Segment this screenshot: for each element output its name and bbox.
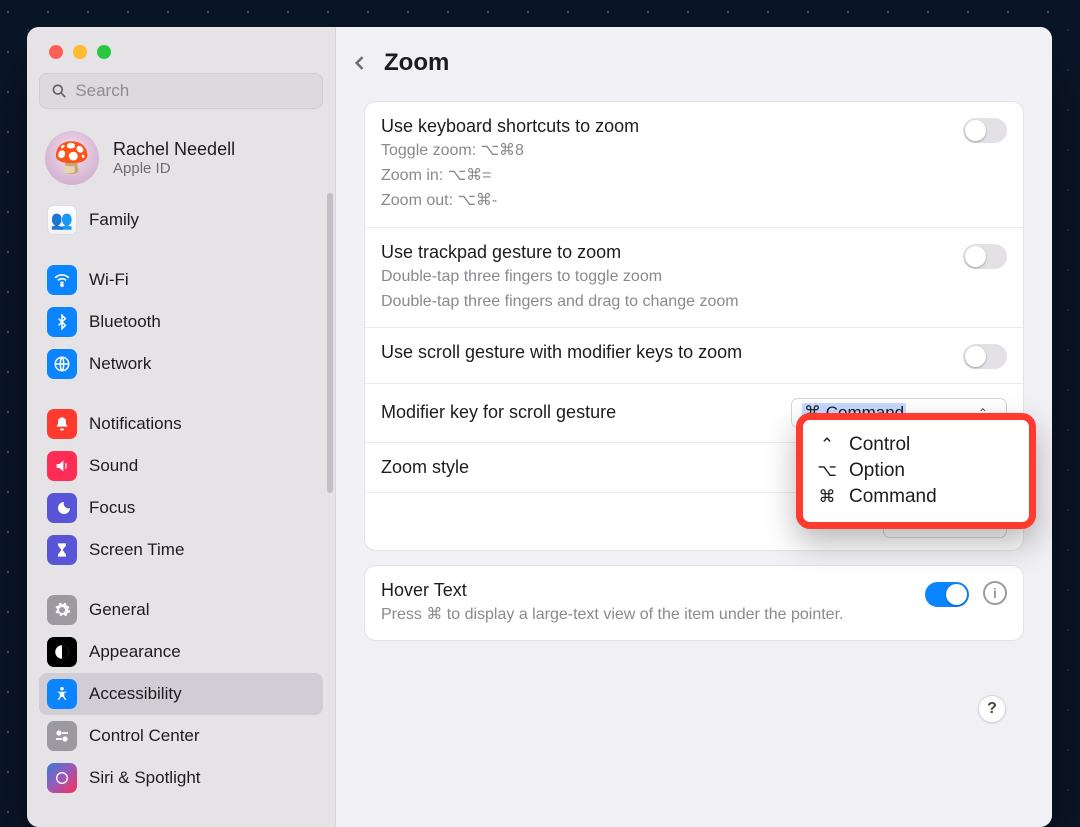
family-icon: 👥 bbox=[47, 205, 77, 235]
row-title: Use keyboard shortcuts to zoom bbox=[381, 116, 639, 137]
settings-window: 🍄 Rachel Needell Apple ID 👥 Family Wi-Fi… bbox=[27, 27, 1052, 827]
info-icon[interactable]: i bbox=[983, 581, 1007, 605]
sidebar-item-label: Wi-Fi bbox=[89, 270, 129, 290]
appearance-icon bbox=[47, 637, 77, 667]
row-title: Hover Text bbox=[381, 580, 843, 601]
row-title: Use scroll gesture with modifier keys to… bbox=[381, 342, 742, 363]
account-row[interactable]: 🍄 Rachel Needell Apple ID bbox=[39, 123, 323, 199]
toggle-scroll-gesture[interactable] bbox=[963, 344, 1007, 369]
sidebar-item-label: Sound bbox=[89, 456, 138, 476]
row-subtitle: Toggle zoom: ⌥⌘8 bbox=[381, 139, 639, 162]
toggle-trackpad-gesture[interactable] bbox=[963, 244, 1007, 269]
bluetooth-icon bbox=[47, 307, 77, 337]
sidebar-item-accessibility[interactable]: Accessibility bbox=[39, 673, 323, 715]
search-field[interactable] bbox=[39, 73, 323, 109]
sidebar-item-family[interactable]: 👥 Family bbox=[39, 199, 323, 241]
row-scroll-gesture: Use scroll gesture with modifier keys to… bbox=[365, 328, 1023, 384]
window-traffic-lights bbox=[27, 27, 335, 73]
row-subtitle: Double-tap three fingers to toggle zoom bbox=[381, 265, 739, 288]
option-label: Control bbox=[849, 434, 910, 456]
toggle-keyboard-shortcuts[interactable] bbox=[963, 118, 1007, 143]
option-key-icon: ⌥ bbox=[817, 461, 837, 481]
sidebar-item-focus[interactable]: Focus bbox=[39, 487, 323, 529]
row-title: Modifier key for scroll gesture bbox=[381, 402, 616, 423]
network-icon bbox=[47, 349, 77, 379]
account-name: Rachel Needell bbox=[113, 139, 235, 160]
modifier-option-option[interactable]: ⌥ Option bbox=[817, 458, 1015, 484]
option-label: Command bbox=[849, 486, 937, 508]
sidebar-item-label: Family bbox=[89, 210, 139, 230]
sidebar-item-general[interactable]: General bbox=[39, 589, 323, 631]
row-subtitle: Zoom in: ⌥⌘= bbox=[381, 164, 639, 187]
avatar: 🍄 bbox=[45, 131, 99, 185]
back-button[interactable] bbox=[350, 53, 370, 73]
row-trackpad-gesture: Use trackpad gesture to zoom Double-tap … bbox=[365, 228, 1023, 328]
sidebar-item-label: Accessibility bbox=[89, 684, 182, 704]
screentime-icon bbox=[47, 535, 77, 565]
modifier-dropdown-menu: ⌃ Control ⌥ Option ⌘ Command bbox=[796, 413, 1036, 529]
search-input[interactable] bbox=[75, 81, 311, 101]
row-subtitle: Press ⌘ to display a large-text view of … bbox=[381, 603, 843, 626]
sidebar-item-notifications[interactable]: Notifications bbox=[39, 403, 323, 445]
row-title: Use trackpad gesture to zoom bbox=[381, 242, 739, 263]
sidebar-scroll: 🍄 Rachel Needell Apple ID 👥 Family Wi-Fi… bbox=[27, 123, 335, 817]
account-subtitle: Apple ID bbox=[113, 160, 235, 177]
sidebar-item-label: Notifications bbox=[89, 414, 182, 434]
sidebar-item-label: Siri & Spotlight bbox=[89, 768, 201, 788]
zoom-button[interactable] bbox=[97, 45, 111, 59]
chevron-left-icon bbox=[350, 53, 370, 73]
notifications-icon bbox=[47, 409, 77, 439]
modifier-option-control[interactable]: ⌃ Control bbox=[817, 432, 1015, 458]
sidebar-item-label: Focus bbox=[89, 498, 135, 518]
modifier-option-command[interactable]: ⌘ Command bbox=[817, 484, 1015, 510]
control-center-icon bbox=[47, 721, 77, 751]
hover-text-card: Hover Text Press ⌘ to display a large-te… bbox=[364, 565, 1024, 641]
sidebar-item-controlcenter[interactable]: Control Center bbox=[39, 715, 323, 757]
sidebar-item-network[interactable]: Network bbox=[39, 343, 323, 385]
sidebar-item-sound[interactable]: Sound bbox=[39, 445, 323, 487]
sidebar-item-label: Bluetooth bbox=[89, 312, 161, 332]
siri-icon bbox=[47, 763, 77, 793]
row-subtitle: Double-tap three fingers and drag to cha… bbox=[381, 290, 739, 313]
close-button[interactable] bbox=[49, 45, 63, 59]
sidebar: 🍄 Rachel Needell Apple ID 👥 Family Wi-Fi… bbox=[27, 27, 336, 827]
option-label: Option bbox=[849, 460, 905, 482]
sidebar-item-label: Screen Time bbox=[89, 540, 184, 560]
sidebar-item-wifi[interactable]: Wi-Fi bbox=[39, 259, 323, 301]
main-pane: Zoom Use keyboard shortcuts to zoom Togg… bbox=[336, 27, 1052, 827]
row-subtitle: Zoom out: ⌥⌘- bbox=[381, 189, 639, 212]
command-key-icon: ⌘ bbox=[817, 487, 837, 507]
page-title: Zoom bbox=[384, 49, 449, 77]
sidebar-item-screentime[interactable]: Screen Time bbox=[39, 529, 323, 571]
accessibility-icon bbox=[47, 679, 77, 709]
titlebar: Zoom bbox=[336, 27, 1052, 95]
sidebar-item-label: General bbox=[89, 600, 149, 620]
help-button[interactable]: ? bbox=[978, 695, 1006, 723]
sidebar-item-appearance[interactable]: Appearance bbox=[39, 631, 323, 673]
minimize-button[interactable] bbox=[73, 45, 87, 59]
search-icon bbox=[51, 82, 67, 100]
sidebar-item-siri[interactable]: Siri & Spotlight bbox=[39, 757, 323, 799]
sound-icon bbox=[47, 451, 77, 481]
control-key-icon: ⌃ bbox=[817, 435, 837, 455]
general-icon bbox=[47, 595, 77, 625]
search-container bbox=[27, 73, 335, 123]
sidebar-item-bluetooth[interactable]: Bluetooth bbox=[39, 301, 323, 343]
sidebar-item-label: Appearance bbox=[89, 642, 181, 662]
sidebar-scrollbar[interactable] bbox=[327, 193, 333, 493]
focus-icon bbox=[47, 493, 77, 523]
toggle-hover-text[interactable] bbox=[925, 582, 969, 607]
zoom-settings-card: Use keyboard shortcuts to zoom Toggle zo… bbox=[364, 101, 1024, 551]
row-keyboard-shortcuts: Use keyboard shortcuts to zoom Toggle zo… bbox=[365, 102, 1023, 228]
wifi-icon bbox=[47, 265, 77, 295]
sidebar-item-label: Network bbox=[89, 354, 151, 374]
row-title: Zoom style bbox=[381, 457, 469, 478]
row-modifier-key: Modifier key for scroll gesture ⌘ Comman… bbox=[365, 384, 1023, 443]
sidebar-item-label: Control Center bbox=[89, 726, 200, 746]
